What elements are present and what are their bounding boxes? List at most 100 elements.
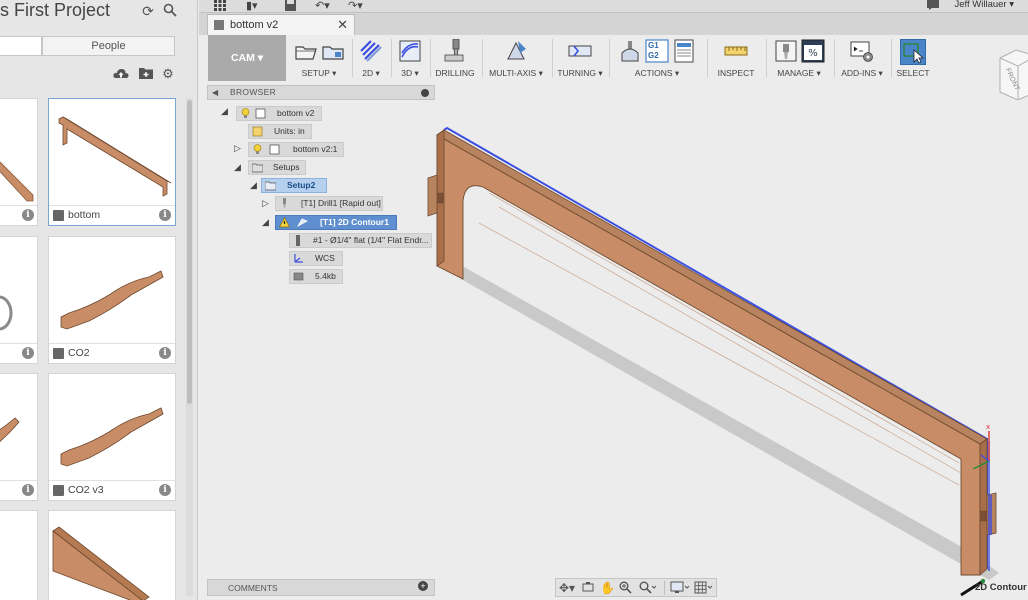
group-label: INSPECT bbox=[717, 68, 755, 78]
info-icon[interactable]: i bbox=[159, 484, 171, 496]
tab-people[interactable]: People bbox=[42, 36, 175, 56]
display-settings-icon[interactable] bbox=[670, 581, 690, 597]
design-card-bottom[interactable]: bottom i bbox=[48, 98, 176, 226]
separator bbox=[552, 39, 553, 77]
card-footer: i bbox=[0, 205, 37, 225]
design-card-partial-2[interactable]: i bbox=[0, 236, 38, 364]
browser-header[interactable]: ◀ BROWSER bbox=[207, 85, 435, 100]
look-at-icon[interactable] bbox=[582, 581, 594, 596]
add-ins-group[interactable]: ADD-INS ▾ bbox=[836, 35, 888, 81]
select-arrow-icon[interactable] bbox=[900, 39, 926, 65]
expand-collapse-icon[interactable]: ◢ bbox=[250, 180, 257, 191]
visibility-bulb-icon[interactable] bbox=[240, 108, 251, 119]
actions-group[interactable]: G1 G2 ACTIONS ▾ bbox=[611, 35, 703, 81]
multi-axis-group[interactable]: MULTI-AXIS ▾ bbox=[484, 35, 548, 81]
setup-icon[interactable] bbox=[294, 39, 318, 63]
turning-icon[interactable] bbox=[568, 39, 592, 63]
add-comment-icon[interactable]: + bbox=[418, 581, 428, 591]
3d-viewport[interactable]: x bbox=[199, 83, 1028, 600]
browser-node-setup2[interactable]: Setup2 bbox=[261, 178, 327, 193]
browser-node-root[interactable]: bottom v2 bbox=[236, 106, 322, 121]
scrollbar-thumb[interactable] bbox=[187, 100, 192, 404]
user-menu[interactable]: Jeff Willauer ▾ bbox=[954, 0, 1014, 10]
workspace-switcher[interactable]: CAM ▾ bbox=[208, 35, 286, 81]
separator bbox=[891, 39, 892, 77]
scripts-add-ins-icon[interactable] bbox=[850, 39, 874, 63]
design-card-partial-1[interactable]: i bbox=[0, 98, 38, 226]
browser-node-units[interactable]: Units: in bbox=[248, 124, 312, 139]
info-icon[interactable]: i bbox=[159, 209, 171, 221]
left-tab-notch bbox=[437, 192, 444, 204]
browser-node-tool[interactable]: #1 - Ø1/4" flat (1/4" Flat Endr... bbox=[289, 233, 432, 248]
design-card-partial-4[interactable] bbox=[0, 510, 38, 600]
3d-operations-icon[interactable] bbox=[398, 39, 422, 63]
grid-menu-icon[interactable] bbox=[214, 0, 226, 12]
browser-node-component[interactable]: bottom v2:1 bbox=[248, 142, 344, 157]
visibility-bulb-icon[interactable] bbox=[252, 144, 263, 155]
document-tab[interactable]: bottom v2 ✕ bbox=[207, 14, 355, 35]
search-icon[interactable] bbox=[162, 3, 178, 19]
browser-node-setups[interactable]: Setups bbox=[248, 160, 306, 175]
info-icon[interactable]: i bbox=[22, 484, 34, 496]
design-card-partial-3[interactable]: i bbox=[0, 373, 38, 501]
multi-axis-icon[interactable] bbox=[504, 39, 528, 63]
expand-collapse-icon[interactable]: ◢ bbox=[262, 217, 269, 228]
viewcube[interactable]: FRONT bbox=[996, 48, 1028, 101]
setup-sheet-document-icon[interactable] bbox=[672, 39, 696, 63]
redo-icon[interactable]: ↷▾ bbox=[348, 0, 363, 12]
design-card-board[interactable] bbox=[48, 510, 176, 600]
component-icon bbox=[53, 210, 64, 221]
expand-icon[interactable]: ▷ bbox=[262, 198, 269, 209]
info-icon[interactable]: i bbox=[159, 347, 171, 359]
expand-collapse-icon[interactable]: ◢ bbox=[234, 162, 241, 173]
select-group[interactable]: SELECT bbox=[893, 35, 933, 81]
tool-library-icon[interactable] bbox=[774, 39, 798, 63]
new-folder-icon[interactable] bbox=[138, 67, 154, 81]
notifications-icon[interactable] bbox=[927, 0, 939, 12]
collapse-triangle-icon[interactable]: ◀ bbox=[212, 88, 218, 97]
template-library-icon[interactable]: % bbox=[801, 39, 825, 63]
measure-icon[interactable] bbox=[724, 39, 748, 63]
info-icon[interactable]: i bbox=[22, 347, 34, 359]
drilling-group[interactable]: DRILLING bbox=[432, 35, 478, 81]
zoom-window-icon[interactable] bbox=[639, 581, 657, 597]
group-label: 3D ▾ bbox=[401, 68, 419, 78]
turning-group[interactable]: TURNING ▾ bbox=[554, 35, 606, 81]
manage-group[interactable]: % MANAGE ▾ bbox=[768, 35, 830, 81]
2d-operations-icon[interactable] bbox=[359, 39, 383, 63]
contour-operation-icon bbox=[297, 218, 308, 228]
simulate-icon[interactable] bbox=[618, 39, 642, 63]
settings-gear-icon[interactable]: ⚙ bbox=[160, 67, 176, 81]
drill-icon[interactable] bbox=[443, 38, 467, 63]
pan-hand-icon[interactable]: ✋ bbox=[600, 581, 615, 595]
component-icon bbox=[53, 485, 64, 496]
browser-node-wcs[interactable]: WCS bbox=[289, 251, 343, 266]
design-card-co2-v3[interactable]: CO2 v3 i bbox=[48, 373, 176, 501]
setup-sheet-icon[interactable] bbox=[321, 39, 345, 63]
expand-collapse-icon[interactable]: ◢ bbox=[221, 106, 228, 117]
browser-node-2d-contour[interactable]: [T1] 2D Contour1 bbox=[275, 215, 397, 230]
upload-icon[interactable] bbox=[113, 67, 129, 81]
save-icon[interactable] bbox=[285, 0, 296, 12]
refresh-icon[interactable]: ⟳ bbox=[140, 3, 156, 19]
2d-group[interactable]: 2D ▾ bbox=[354, 35, 388, 81]
browser-node-nc-size[interactable]: 5.4kb bbox=[289, 269, 343, 284]
info-icon[interactable]: i bbox=[22, 209, 34, 221]
browser-node-drill[interactable]: [T1] Drill1 [Rapid out] bbox=[275, 196, 383, 211]
undo-icon[interactable]: ↶▾ bbox=[315, 0, 330, 12]
post-process-icon[interactable]: G1 G2 bbox=[645, 39, 669, 63]
expand-icon[interactable]: ▷ bbox=[234, 143, 241, 154]
inspect-group[interactable]: INSPECT bbox=[709, 35, 763, 81]
browser-pin-icon[interactable] bbox=[421, 89, 429, 97]
close-tab-icon[interactable]: ✕ bbox=[337, 17, 348, 33]
node-label: [T1] Drill1 [Rapid out] bbox=[301, 198, 381, 208]
grid-settings-icon[interactable] bbox=[694, 581, 714, 597]
orbit-icon[interactable]: ✥▾ bbox=[559, 581, 575, 595]
setup-group[interactable]: SETUP ▾ bbox=[289, 35, 349, 81]
design-card-co2[interactable]: CO2 i bbox=[48, 236, 176, 364]
file-menu-icon[interactable]: ▮▾ bbox=[246, 0, 258, 12]
zoom-icon[interactable] bbox=[619, 581, 632, 597]
3d-group[interactable]: 3D ▾ bbox=[393, 35, 427, 81]
tab-data[interactable] bbox=[0, 36, 42, 56]
comments-panel-header[interactable]: COMMENTS + bbox=[207, 579, 435, 596]
